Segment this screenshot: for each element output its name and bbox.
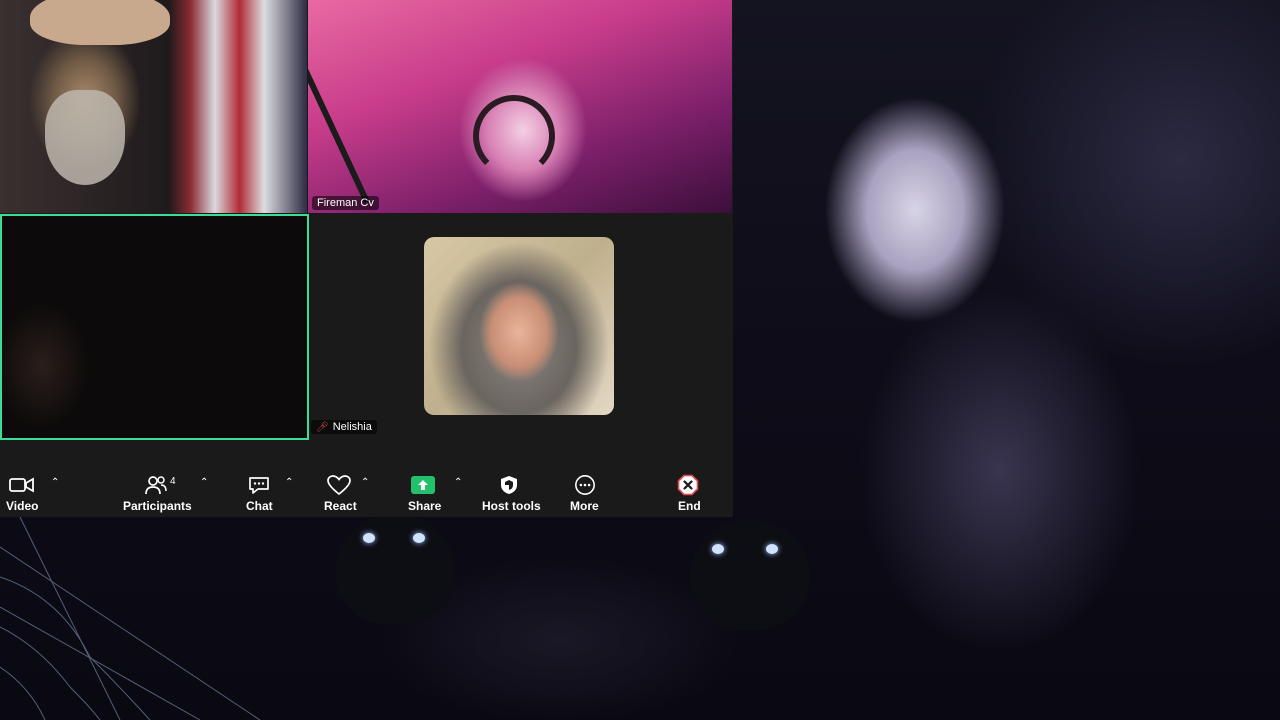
video-label: Video [6,499,39,513]
meeting-toolbar: Video ⌃ 4 Participants ⌃ Chat ⌃ React ⌃ … [0,465,733,517]
participant-avatar [424,237,614,415]
participant-name: Nelishia [332,421,372,433]
video-tile-active-speaker[interactable] [0,214,309,440]
participant-name: Fireman Cv [312,196,379,210]
host-tools-label: Host tools [482,499,541,513]
participants-count: 4 [170,476,176,487]
end-button[interactable]: End [670,465,706,517]
end-icon [677,474,699,496]
meeting-window: Fireman Cv 🎤︎ Nelishia Video ⌃ 4 Particip… [0,0,733,517]
react-label: React [324,499,357,513]
muted-mic-icon: 🎤︎ [316,422,329,433]
participant-name-muted: 🎤︎ Nelishia [311,420,377,434]
share-label: Share [408,499,442,513]
caret-up-icon[interactable]: ⌃ [51,477,59,488]
participants-icon [145,476,167,495]
share-icon [411,476,435,494]
participants-button[interactable]: 4 Participants [120,465,192,517]
hat-figure [30,0,170,45]
beard-figure [45,90,125,185]
caret-up-icon[interactable]: ⌃ [361,477,369,488]
chat-button[interactable]: Chat [240,465,278,517]
headphone-figure [473,95,555,177]
video-icon [9,477,34,493]
spiderweb-decoration [0,517,261,720]
caret-up-icon[interactable]: ⌃ [285,477,293,488]
share-button[interactable]: Share [405,465,443,517]
mic-stand-figure [308,46,370,204]
chat-icon [249,477,269,494]
video-button[interactable]: Video [0,465,44,517]
cat-right [690,520,810,630]
participants-label: Participants [123,499,192,513]
end-label: End [678,499,701,513]
host-tools-icon [501,476,517,494]
react-icon [327,475,351,496]
more-label: More [570,499,599,513]
more-icon [575,475,595,495]
more-button[interactable]: More [566,465,604,517]
caret-up-icon[interactable]: ⌃ [454,477,462,488]
chat-label: Chat [246,499,273,513]
cat-left [335,515,455,625]
video-tile-1[interactable] [0,0,307,213]
caret-up-icon[interactable]: ⌃ [200,477,208,488]
react-button[interactable]: React [320,465,360,517]
host-tools-button[interactable]: Host tools [480,465,541,517]
video-tile-2[interactable]: Fireman Cv [308,0,732,213]
